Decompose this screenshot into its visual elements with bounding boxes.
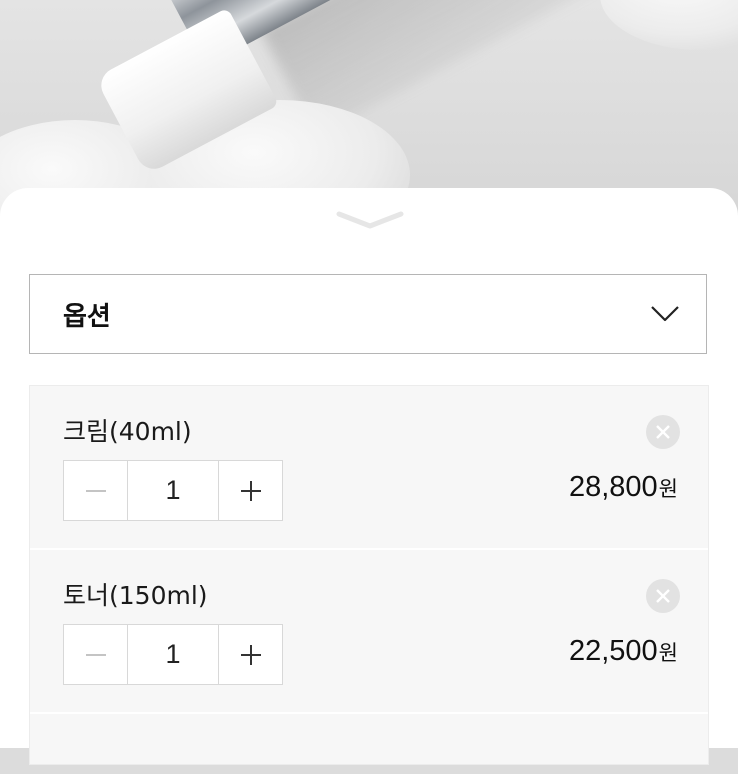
item-price: 28,800원 [569,471,678,504]
remove-item-button[interactable] [646,415,680,449]
quantity-stepper: 1 [63,460,283,521]
quantity-stepper: 1 [63,624,283,685]
chevron-down-icon [336,211,404,229]
increase-button[interactable] [218,461,282,520]
list-item [30,714,708,774]
close-icon [656,589,670,603]
sheet-collapse-handle[interactable] [333,208,407,232]
minus-icon [85,489,106,492]
increase-button[interactable] [218,625,282,684]
item-price-value: 22,500 [568,635,658,667]
plus-icon [240,480,261,501]
remove-item-button[interactable] [646,579,680,613]
item-name: 크림(40ml) [63,417,192,446]
quantity-value[interactable]: 1 [128,625,218,684]
item-price: 22,500원 [569,635,678,668]
item-name: 토너(150ml) [63,581,208,610]
selected-options-list: 크림(40ml) 1 28,800원 토너(150ml) 1 22,500원 [29,385,709,765]
quantity-value[interactable]: 1 [128,461,218,520]
plus-icon [240,644,261,665]
chevron-down-icon [651,306,679,322]
minus-icon [85,653,106,656]
product-photo [0,0,738,215]
list-item: 토너(150ml) 1 22,500원 [30,550,708,714]
list-item: 크림(40ml) 1 28,800원 [30,386,708,550]
close-icon [656,425,670,439]
decrease-button[interactable] [64,461,128,520]
currency-unit: 원 [658,641,678,665]
option-select-dropdown[interactable]: 옵션 [29,274,707,354]
currency-unit: 원 [658,477,678,501]
item-price-value: 28,800 [568,471,658,503]
option-select-label: 옵션 [63,302,111,332]
hand-top [600,0,738,50]
option-bottom-sheet: 옵션 크림(40ml) 1 28,800원 토너(150ml) 1 22,500… [0,188,738,765]
decrease-button[interactable] [64,625,128,684]
